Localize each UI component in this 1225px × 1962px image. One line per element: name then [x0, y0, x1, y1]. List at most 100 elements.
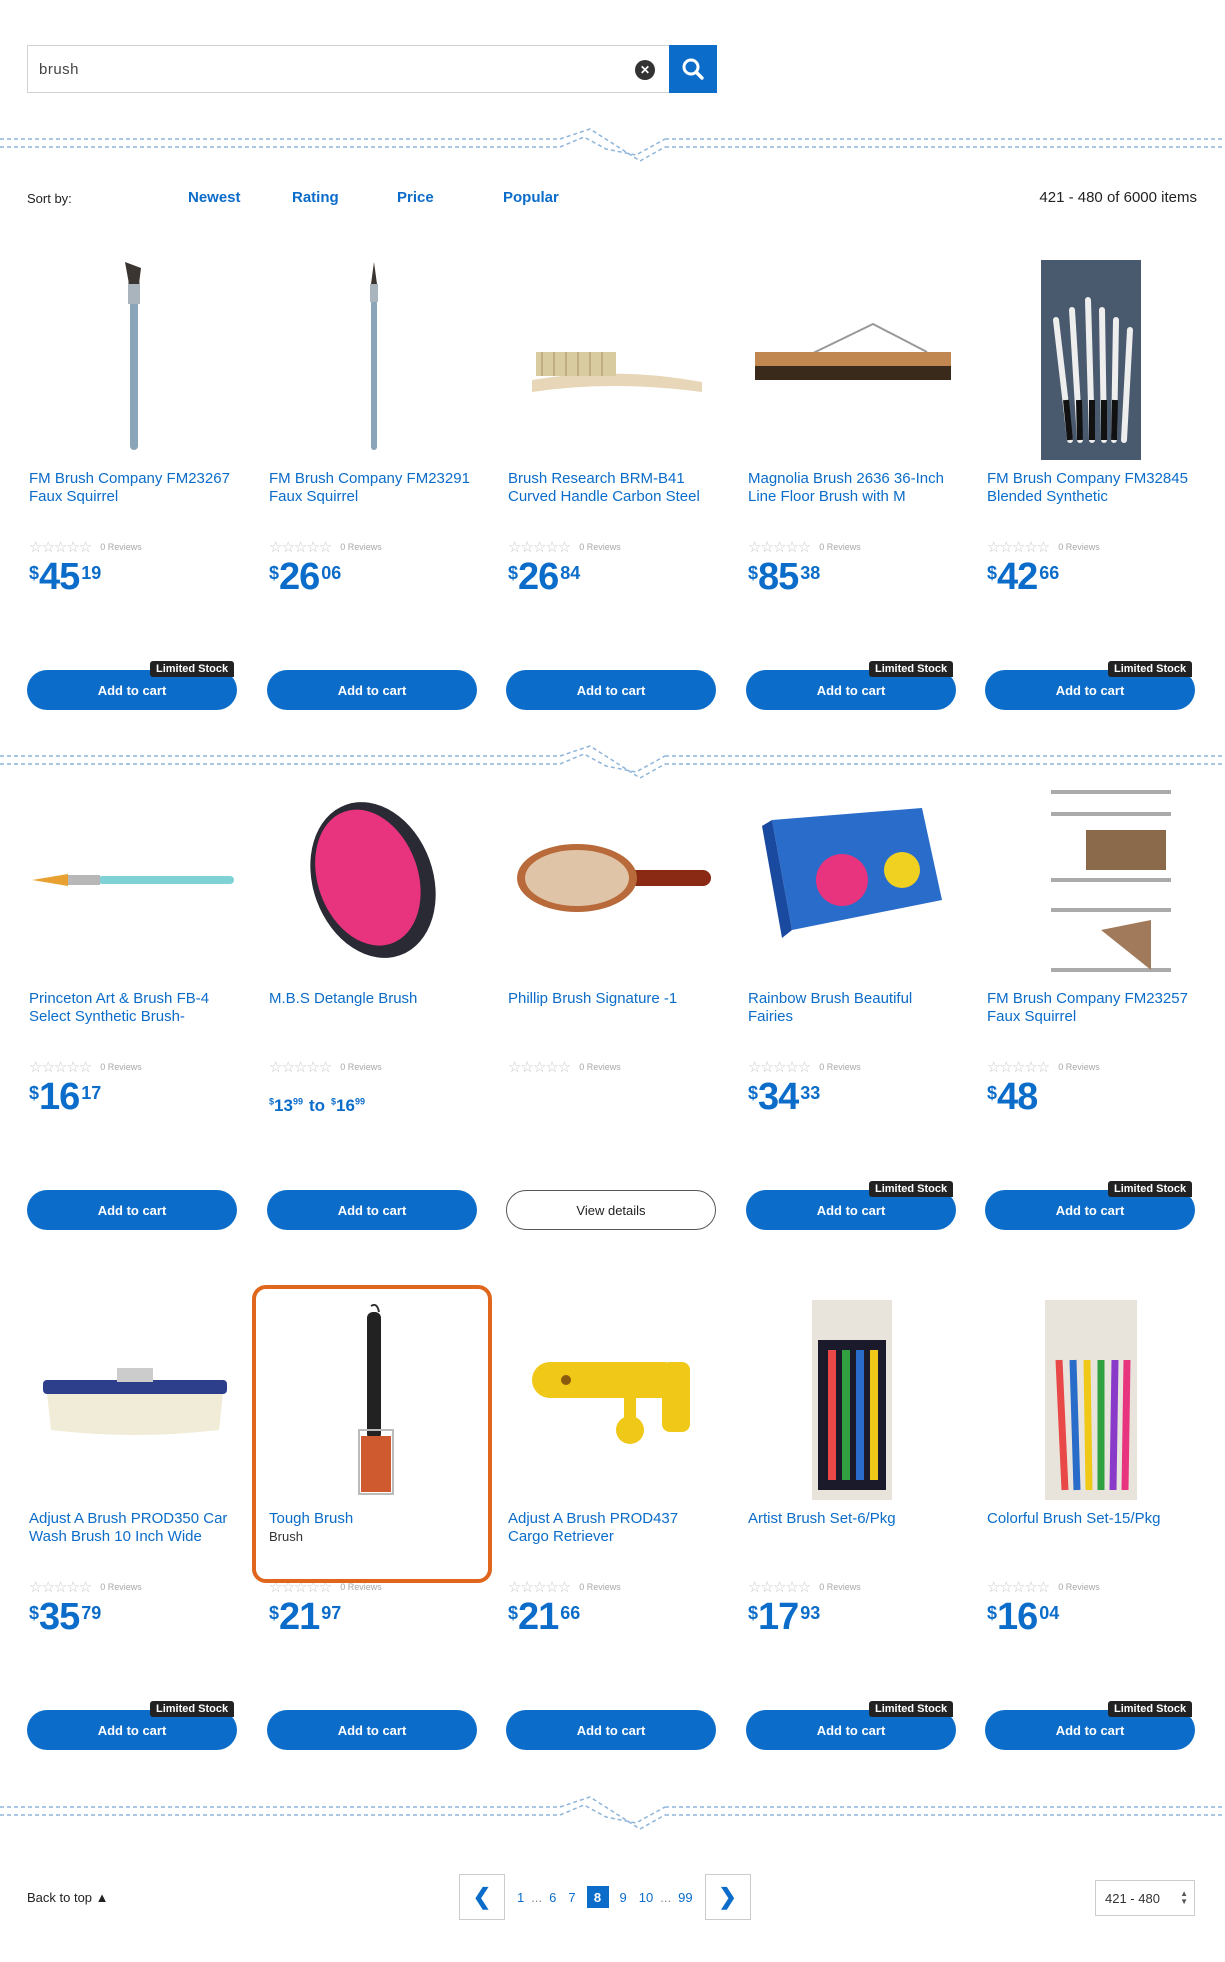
product-price: $21 97	[269, 1595, 341, 1639]
product-image[interactable]	[746, 1300, 958, 1500]
back-to-top-link[interactable]: Back to top ▲	[27, 1890, 109, 1905]
star-rating-icon: ☆☆☆☆☆	[29, 1579, 92, 1596]
rating: ☆☆☆☆☆ 0 Reviews	[748, 1058, 861, 1076]
product-image[interactable]	[746, 780, 958, 980]
range-separator: to	[308, 1096, 325, 1115]
price-dollars: 16	[997, 1596, 1038, 1638]
product-image[interactable]	[267, 260, 479, 460]
search-input[interactable]	[28, 46, 669, 92]
add-to-cart-button[interactable]: Add to cart	[27, 1190, 237, 1230]
product-image[interactable]	[27, 780, 239, 980]
page-link-6[interactable]: 6	[543, 1890, 562, 1905]
page-link-10[interactable]: 10	[633, 1890, 659, 1905]
product-title[interactable]: FM Brush Company FM23267 Faux Squirrel	[29, 470, 234, 508]
product-card[interactable]: FM Brush Company FM23291 Faux Squirrel ☆☆…	[267, 260, 479, 720]
add-to-cart-button[interactable]: Add to cart	[267, 670, 477, 710]
product-image[interactable]	[506, 1300, 718, 1500]
price-cents: 19	[81, 563, 102, 583]
product-card[interactable]: Brush Research BRM-B41 Curved Handle Car…	[506, 260, 718, 720]
product-title[interactable]: Magnolia Brush 2636 36-Inch Line Floor B…	[748, 470, 953, 508]
limited-stock-badge: Limited Stock	[150, 661, 235, 677]
product-card[interactable]: Artist Brush Set-6/Pkg ☆☆☆☆☆ 0 Reviews $17 9…	[746, 1300, 958, 1760]
page-link-9[interactable]: 9	[614, 1890, 633, 1905]
product-image[interactable]	[267, 780, 479, 980]
prev-page-button[interactable]: ❮	[459, 1874, 505, 1920]
product-card[interactable]: Phillip Brush Signature -1 ☆☆☆☆☆ 0 Reviews…	[506, 780, 718, 1240]
sort-price[interactable]: Price	[397, 189, 434, 206]
items-count: 421 - 480 of 6000 items	[1039, 189, 1197, 206]
product-title[interactable]: FM Brush Company FM32845 Blended Synthet…	[987, 470, 1192, 508]
product-title[interactable]: Artist Brush Set-6/Pkg	[748, 1510, 953, 1548]
product-card[interactable]: Magnolia Brush 2636 36-Inch Line Floor B…	[746, 260, 958, 720]
product-card[interactable]: Colorful Brush Set-15/Pkg ☆☆☆☆☆ 0 Reviews $…	[985, 1300, 1197, 1760]
product-title[interactable]: Adjust A Brush PROD350 Car Wash Brush 10…	[29, 1510, 234, 1548]
add-to-cart-button[interactable]: Add to cart	[506, 670, 716, 710]
next-page-button[interactable]: ❯	[704, 1874, 751, 1920]
product-title[interactable]: FM Brush Company FM23291 Faux Squirrel	[269, 470, 474, 508]
currency-symbol: $	[748, 1603, 759, 1623]
product-image[interactable]	[27, 1300, 239, 1500]
product-title[interactable]: Rainbow Brush Beautiful Fairies	[748, 990, 953, 1028]
price-dollars: 35	[39, 1596, 80, 1638]
clear-search-icon[interactable]: ✕	[635, 60, 655, 80]
add-to-cart-button[interactable]: Add to cart	[267, 1710, 477, 1750]
add-to-cart-button[interactable]: Add to cart	[506, 1710, 716, 1750]
product-title[interactable]: Adjust A Brush PROD437 Cargo Retriever	[508, 1510, 713, 1548]
sort-newest[interactable]: Newest	[188, 189, 241, 206]
product-image[interactable]	[506, 260, 718, 460]
page-ellipsis: ...	[660, 1889, 672, 1905]
page-link-7[interactable]: 7	[562, 1890, 581, 1905]
search-button[interactable]	[669, 45, 717, 93]
price-high-dollars: 16	[336, 1096, 355, 1115]
product-card[interactable]: Adjust A Brush PROD437 Cargo Retriever ☆☆…	[506, 1300, 718, 1760]
page-link-99[interactable]: 99	[672, 1890, 698, 1905]
limited-stock-badge: Limited Stock	[869, 1181, 954, 1197]
product-card[interactable]: FM Brush Company FM32845 Blended Synthet…	[985, 260, 1197, 720]
current-page[interactable]: 8	[586, 1886, 609, 1908]
sort-popular[interactable]: Popular	[503, 189, 559, 206]
review-count: 0 Reviews	[100, 542, 142, 552]
product-title[interactable]: Colorful Brush Set-15/Pkg	[987, 1510, 1192, 1548]
product-title[interactable]: M.B.S Detangle Brush	[269, 990, 474, 1028]
add-to-cart-button[interactable]: Add to cart	[267, 1190, 477, 1230]
page-link-1[interactable]: 1	[511, 1890, 530, 1905]
review-count: 0 Reviews	[340, 1582, 382, 1592]
price-dollars: 16	[39, 1076, 80, 1118]
currency-symbol: $	[269, 563, 280, 583]
results-range-value: 421 - 480	[1105, 1890, 1160, 1906]
product-image[interactable]	[27, 260, 239, 460]
star-rating-icon: ☆☆☆☆☆	[269, 1579, 332, 1596]
product-image[interactable]	[985, 260, 1197, 460]
product-title[interactable]: FM Brush Company FM23257 Faux Squirrel	[987, 990, 1192, 1028]
section-divider	[0, 1796, 1225, 1830]
review-count: 0 Reviews	[579, 542, 621, 552]
review-count: 0 Reviews	[100, 1582, 142, 1592]
currency-symbol: $	[987, 1083, 998, 1103]
star-rating-icon: ☆☆☆☆☆	[748, 1059, 811, 1076]
results-range-select[interactable]: 421 - 480 ▲ ▼	[1095, 1880, 1195, 1916]
product-card[interactable]: Princeton Art & Brush FB-4 Select Synthe…	[27, 780, 239, 1240]
review-count: 0 Reviews	[340, 542, 382, 552]
product-card[interactable]: Tough Brush Brush ☆☆☆☆☆ 0 Reviews $21 97 Add t…	[267, 1300, 479, 1760]
product-title[interactable]: Brush Research BRM-B41 Curved Handle Car…	[508, 470, 713, 508]
product-image[interactable]	[506, 780, 718, 980]
product-card[interactable]: Rainbow Brush Beautiful Fairies ☆☆☆☆☆ 0 Re…	[746, 780, 958, 1240]
rating: ☆☆☆☆☆ 0 Reviews	[987, 538, 1100, 556]
review-count: 0 Reviews	[1058, 1062, 1100, 1072]
product-title[interactable]: Phillip Brush Signature -1	[508, 990, 713, 1028]
star-rating-icon: ☆☆☆☆☆	[269, 1059, 332, 1076]
product-card[interactable]: M.B.S Detangle Brush ☆☆☆☆☆ 0 Reviews $1399 t…	[267, 780, 479, 1240]
currency-symbol: $	[748, 563, 759, 583]
product-card[interactable]: FM Brush Company FM23267 Faux Squirrel ☆☆…	[27, 260, 239, 720]
sort-rating[interactable]: Rating	[292, 189, 339, 206]
product-card[interactable]: Adjust A Brush PROD350 Car Wash Brush 10…	[27, 1300, 239, 1760]
product-card[interactable]: FM Brush Company FM23257 Faux Squirrel ☆☆…	[985, 780, 1197, 1240]
limited-stock-badge: Limited Stock	[1108, 661, 1193, 677]
product-image[interactable]	[267, 1300, 479, 1500]
product-image[interactable]	[985, 1300, 1197, 1500]
view-details-button[interactable]: View details	[506, 1190, 716, 1230]
review-count: 0 Reviews	[579, 1062, 621, 1072]
product-title[interactable]: Princeton Art & Brush FB-4 Select Synthe…	[29, 990, 234, 1028]
product-image[interactable]	[985, 780, 1197, 980]
product-image[interactable]	[746, 260, 958, 460]
